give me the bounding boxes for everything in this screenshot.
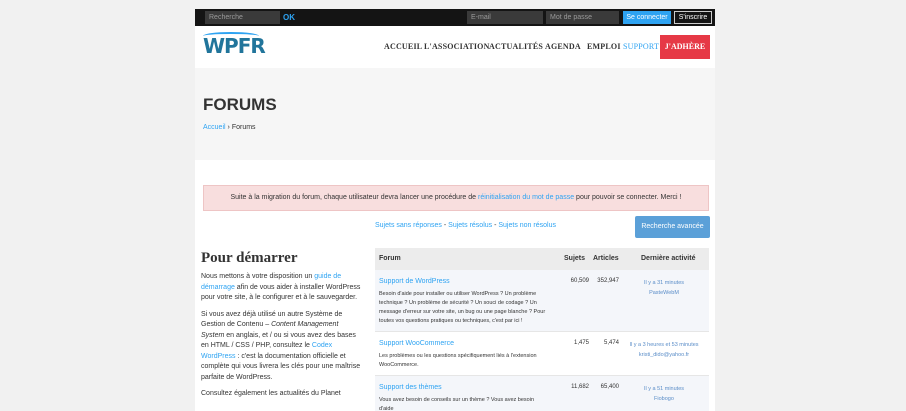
nav-support[interactable]: SUPPORT [623,26,659,68]
topics-count: 60,509 [570,278,589,284]
filter-unanswered-link[interactable]: Sujets sans réponses [375,222,442,229]
migration-notice: Suite à la migration du forum, chaque ut… [203,185,709,211]
password-reset-link[interactable]: réinitialisation du mot de passe [478,194,574,201]
top-account-bar: Recherche OK E-mail Mot de passe Se conn… [195,9,715,26]
col-posts: Articles [593,255,619,262]
site-header: WPFR ACCUEIL L'ASSOCIATION ACTUALITÉS AG… [195,26,715,68]
site-logo[interactable]: WPFR [203,34,266,58]
breadcrumb-home-link[interactable]: Accueil [203,124,226,131]
last-activity: Il y a 3 heures et 53 minutes kristi_did… [619,340,709,360]
filter-resolved-link[interactable]: Sujets résolus [448,222,492,229]
table-row: Support WooCommerce Les problèmes ou les… [375,332,709,376]
search-ok-button[interactable]: OK [283,9,295,26]
nav-agenda[interactable]: AGENDA [545,26,581,68]
col-topics: Sujets [564,255,586,262]
posts-count: 65,400 [600,384,619,390]
breadcrumb-current: Forums [231,124,256,131]
last-activity-time-link[interactable]: Il y a 31 minutes [619,278,709,288]
forum-title-link[interactable]: Support WooCommerce [379,340,454,347]
last-activity: Il y a 31 minutes PasteWebM [619,278,709,298]
nav-emploi[interactable]: EMPLOI [587,26,621,68]
p1-text: Nous mettons à votre disposition un [201,273,315,280]
email-field[interactable]: E-mail [467,11,543,24]
posts-count: 352,947 [597,278,619,284]
table-row: Support des thèmes Vous avez besoin de c… [375,376,709,411]
forum-table: Forum Sujets Articles Dernière activité … [375,248,709,411]
breadcrumb: Accueil › Forums [203,124,256,131]
search-input[interactable]: Recherche [205,11,280,24]
topics-count: 1,475 [573,340,589,346]
last-activity-time-link[interactable]: Il y a 3 heures et 53 minutes [619,340,709,350]
forum-title-link[interactable]: Support des thèmes [379,384,442,391]
last-activity-user-link[interactable]: Fiobogo [619,394,709,404]
advanced-search-button[interactable]: Recherche avancée [635,216,710,238]
main-content: Suite à la migration du forum, chaque ut… [195,160,715,411]
getting-started-section: Pour démarrer Nous mettons à votre dispo… [201,250,361,406]
getting-started-heading: Pour démarrer [201,250,298,266]
password-field[interactable]: Mot de passe [546,11,619,24]
table-row: Support de WordPress Besoin d'aide pour … [375,270,709,332]
forum-table-header: Forum Sujets Articles Dernière activité [375,248,709,270]
getting-started-paragraph-2: Si vous avez déjà utilisé un autre Systè… [201,310,361,384]
topics-count: 11,682 [571,384,589,390]
topic-filters: Sujets sans réponses - Sujets résolus - … [375,222,556,229]
forum-description: Vous avez besoin de conseils sur un thèm… [379,397,535,411]
nav-accueil[interactable]: ACCUEIL [384,26,422,68]
getting-started-paragraph-3: Consultez également les actualités du Pl… [201,390,341,397]
forum-title-link[interactable]: Support de WordPress [379,278,450,285]
forum-description: Besoin d'aide pour installer ou utiliser… [379,291,546,324]
last-activity-time-link[interactable]: Il y a 51 minutes [619,384,709,394]
page-hero: FORUMS Accueil › Forums [195,68,715,160]
p2-text-mid: en anglais, et / ou si vous avez des bas… [201,331,356,350]
col-activity: Dernière activité [641,255,696,262]
posts-count: 5,474 [603,340,619,346]
login-button[interactable]: Se connecter [623,11,671,24]
getting-started-paragraph-1: Nous mettons à votre disposition un guid… [201,272,361,304]
col-forum: Forum [379,255,401,262]
signup-button[interactable]: S'inscrire [674,11,712,24]
filter-unresolved-link[interactable]: Sujets non résolus [498,222,556,229]
notice-text-after: pour pouvoir se connecter. Merci ! [574,194,682,201]
page: Recherche OK E-mail Mot de passe Se conn… [0,0,906,411]
forum-description: Les problèmes ou les questions spécifiqu… [379,353,537,368]
notice-text-before: Suite à la migration du forum, chaque ut… [230,194,478,201]
adhere-button[interactable]: J'ADHÈRE [660,35,710,59]
nav-actualites[interactable]: ACTUALITÉS [489,26,543,68]
nav-association[interactable]: L'ASSOCIATION [424,26,490,68]
last-activity-user-link[interactable]: kristi_dido@yahoo.fr [619,350,709,360]
last-activity-user-link[interactable]: PasteWebM [619,288,709,298]
page-title: FORUMS [203,95,277,114]
last-activity: Il y a 51 minutes Fiobogo [619,384,709,404]
